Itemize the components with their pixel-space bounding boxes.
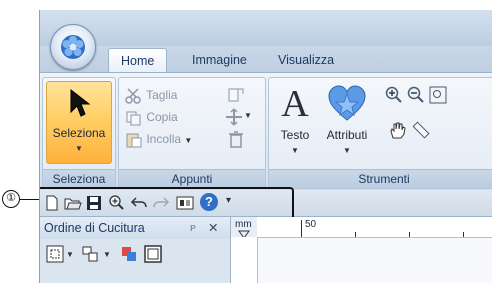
sewing-order-panel: Ordine di Cucitura ᴩ ✕ ▼ ▼ (40, 217, 231, 283)
taglia-button[interactable]: Taglia (125, 84, 177, 106)
design-area: mm 50 (231, 217, 492, 283)
open-folder-icon[interactable] (64, 195, 82, 211)
attributi-label: Attributi (326, 128, 368, 142)
copia-label: Copia (146, 110, 178, 124)
zoom-in-icon[interactable] (385, 86, 403, 104)
redo-icon[interactable] (152, 195, 170, 211)
group-strumenti: A Testo ▼ Attributi ▼ Strumenti (268, 77, 492, 189)
svg-text:▼: ▼ (103, 250, 111, 259)
undo-icon[interactable] (130, 195, 148, 211)
callout-leader-line (20, 199, 40, 200)
group-label-appunti: Appunti (119, 169, 265, 188)
incolla-button[interactable]: Incolla ▼ (125, 128, 192, 150)
dropdown-arrow-icon: ▼ (343, 146, 351, 155)
group-appunti: Taglia Copia Incolla ▼ Appunti (118, 77, 266, 189)
title-bar (40, 10, 492, 47)
seleziona-button-label: Seleziona (52, 126, 106, 140)
text-tool-icon: A (281, 83, 309, 125)
measure-ruler-icon[interactable] (411, 120, 431, 140)
copy-icon (126, 111, 141, 126)
panel-frame-icon[interactable] (144, 245, 162, 263)
close-icon[interactable]: ✕ (208, 217, 218, 239)
save-icon[interactable] (86, 195, 102, 211)
paste-special-icon[interactable] (227, 86, 245, 104)
tab-home[interactable]: Home (108, 48, 168, 73)
testo-button[interactable]: A Testo ▼ (273, 82, 317, 162)
customize-qat-icon[interactable]: ▾ (226, 195, 231, 206)
panel-title: Ordine di Cucitura (44, 221, 145, 235)
paste-icon (126, 133, 142, 148)
color-order-icon[interactable] (120, 245, 138, 263)
tab-visualizza[interactable]: Visualizza (266, 48, 346, 72)
horizontal-ruler: 50 (257, 217, 492, 238)
help-icon[interactable]: ? (200, 193, 218, 211)
incolla-label: Incolla (146, 132, 182, 146)
pin-icon[interactable]: ᴩ (190, 217, 196, 239)
dropdown-arrow-icon: ▼ (75, 144, 83, 153)
group-label-strumenti: Strumenti (269, 169, 492, 188)
vertical-ruler (231, 237, 258, 283)
pointer-arrow-icon (70, 88, 91, 117)
dropdown-arrow-icon: ▼ (291, 146, 299, 155)
hand-pan-icon[interactable] (387, 120, 407, 140)
taglia-label: Taglia (146, 88, 178, 102)
tab-immagine[interactable]: Immagine (180, 48, 259, 72)
panel-toolbar: ▼ ▼ (40, 241, 230, 267)
group-order-icon[interactable]: ▼ (82, 245, 112, 263)
trash-icon[interactable] (228, 130, 244, 148)
ribbon: Seleziona ▼ Seleziona Taglia Copia Incol… (40, 72, 492, 192)
copia-button[interactable]: Copia (125, 106, 178, 128)
zoom-fit-icon[interactable] (429, 86, 447, 104)
new-file-icon[interactable] (44, 195, 60, 211)
ruler-mark-label: 50 (305, 219, 317, 230)
zoom-icon[interactable] (108, 195, 126, 211)
scissors-icon (125, 88, 141, 104)
callout-number: ① (2, 190, 20, 208)
frame-view-icon[interactable]: ▼ (46, 245, 74, 263)
ribbon-tabs: Home Immagine Visualizza (40, 46, 492, 73)
canvas[interactable] (258, 238, 492, 283)
attributes-heart-star-icon (328, 85, 366, 121)
attributi-button[interactable]: Attributi ▼ (319, 82, 375, 162)
panel-header: Ordine di Cucitura ᴩ ✕ (40, 217, 230, 239)
zoom-out-icon[interactable] (407, 86, 425, 104)
svg-text:▼: ▼ (244, 111, 251, 120)
group-seleziona: Seleziona ▼ Seleziona (42, 77, 116, 189)
testo-label: Testo (280, 128, 310, 142)
application-menu-button[interactable] (50, 24, 96, 70)
application-window: Home Immagine Visualizza Seleziona ▼ Sel… (39, 10, 492, 283)
app-logo-icon (61, 35, 85, 59)
seleziona-button[interactable]: Seleziona ▼ (46, 81, 112, 164)
arrange-icon[interactable]: ▼ (225, 108, 251, 126)
svg-text:▼: ▼ (66, 250, 74, 259)
group-label-seleziona: Seleziona (43, 169, 115, 188)
quick-access-toolbar: ? ▾ (40, 187, 492, 222)
view-icon[interactable] (176, 195, 194, 211)
dropdown-arrow-icon: ▼ (184, 136, 193, 145)
